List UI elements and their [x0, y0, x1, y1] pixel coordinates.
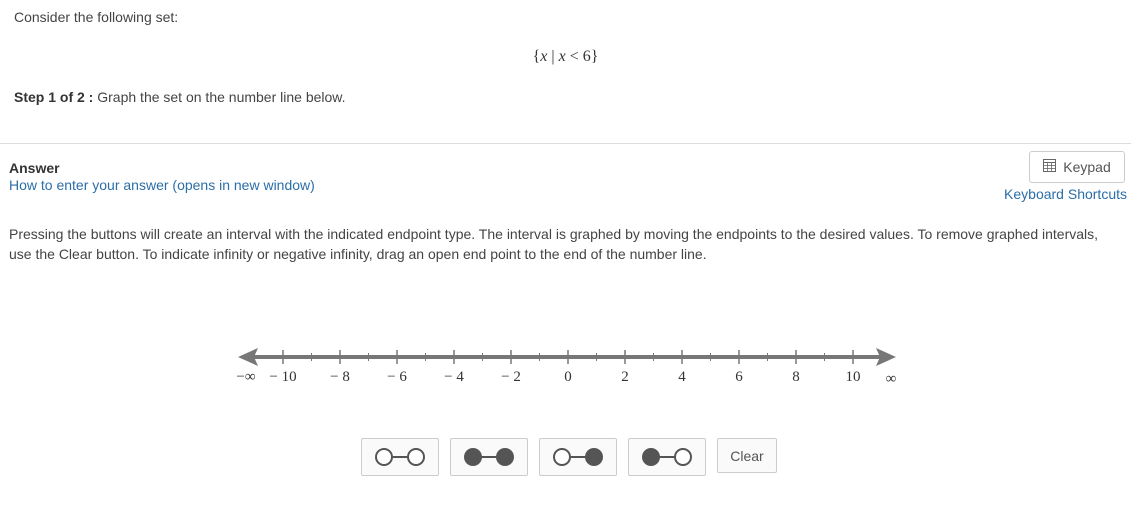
open-open-icon — [375, 448, 425, 466]
open-closed-interval-button[interactable] — [539, 438, 617, 476]
keyboard-shortcuts-link[interactable]: Keyboard Shortcuts — [1004, 186, 1127, 202]
tick-label: 8 — [792, 369, 800, 385]
closed-open-icon — [642, 448, 692, 466]
tick-label: − 8 — [330, 369, 350, 385]
closed-closed-icon — [464, 448, 514, 466]
tick-label: 2 — [621, 369, 629, 385]
section-divider — [0, 143, 1131, 144]
step-instruction: Step 1 of 2 : Graph the set on the numbe… — [14, 89, 346, 105]
positive-infinity-label: ∞ — [886, 371, 897, 387]
tick-label: 10 — [846, 369, 861, 385]
tick-label: − 6 — [387, 369, 407, 385]
keypad-button[interactable]: Keypad — [1029, 151, 1125, 183]
answer-label: Answer — [9, 160, 60, 176]
set-expression: {x | x < 6} — [532, 48, 599, 65]
graph-instructions: Pressing the buttons will create an inte… — [9, 226, 1099, 262]
number-line[interactable]: − 10 − 8 − 6 − 4 − 2 0 2 4 6 8 10 −∞ ∞ — [0, 330, 1131, 400]
closed-open-interval-button[interactable] — [628, 438, 706, 476]
open-closed-icon — [553, 448, 603, 466]
how-to-enter-link[interactable]: How to enter your answer (opens in new w… — [9, 177, 315, 193]
negative-infinity-label: −∞ — [236, 369, 255, 385]
tick-label: 6 — [735, 369, 743, 385]
tick-label: − 4 — [444, 369, 464, 385]
tick-label: − 2 — [501, 369, 521, 385]
endpoint-button-row: Clear — [361, 438, 777, 476]
tick-label: 0 — [564, 369, 572, 385]
tick-label: 4 — [678, 369, 686, 385]
keypad-label: Keypad — [1063, 159, 1111, 175]
closed-closed-interval-button[interactable] — [450, 438, 528, 476]
clear-button[interactable]: Clear — [717, 438, 777, 473]
open-open-interval-button[interactable] — [361, 438, 439, 476]
question-prompt: Consider the following set: — [14, 9, 179, 25]
calculator-icon — [1043, 159, 1057, 175]
step-text: Graph the set on the number line below. — [93, 89, 346, 105]
tick-label: − 10 — [269, 369, 296, 385]
step-label: Step 1 of 2 : — [14, 89, 94, 105]
